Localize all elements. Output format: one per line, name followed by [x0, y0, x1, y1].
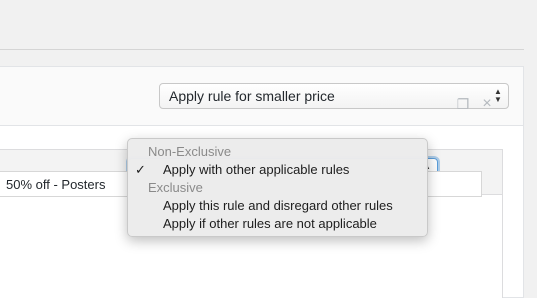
top-divider — [0, 49, 524, 50]
option-apply-and-disregard-others[interactable]: Apply this rule and disregard other rule… — [128, 197, 427, 215]
option-label: Apply with other applicable rules — [163, 162, 350, 177]
option-apply-with-other-rules[interactable]: ✓ Apply with other applicable rules — [128, 161, 427, 179]
settings-header: Apply rule for smaller price ▲ ▼ — [0, 67, 523, 126]
option-apply-if-others-not-applicable[interactable]: Apply if other rules are not applicable — [128, 215, 427, 233]
up-down-arrows-icon: ▲▼ — [494, 87, 502, 104]
checkmark-icon: ✓ — [135, 162, 146, 177]
close-icon[interactable]: × — [480, 96, 494, 112]
page: Apply rule for smaller price ▲▼ ▲▼ ❐ × N… — [0, 0, 537, 298]
group-label-non-exclusive: Non-Exclusive — [148, 144, 232, 159]
copy-icon[interactable]: ❐ — [456, 97, 470, 111]
group-label-exclusive: Exclusive — [148, 180, 203, 195]
option-label: Apply this rule and disregard other rule… — [163, 198, 393, 213]
rule-mode-dropdown: Non-Exclusive ✓ Apply with other applica… — [127, 138, 428, 237]
option-label: Apply if other rules are not applicable — [163, 216, 377, 231]
apply-rule-select-value: Apply rule for smaller price — [169, 88, 335, 104]
